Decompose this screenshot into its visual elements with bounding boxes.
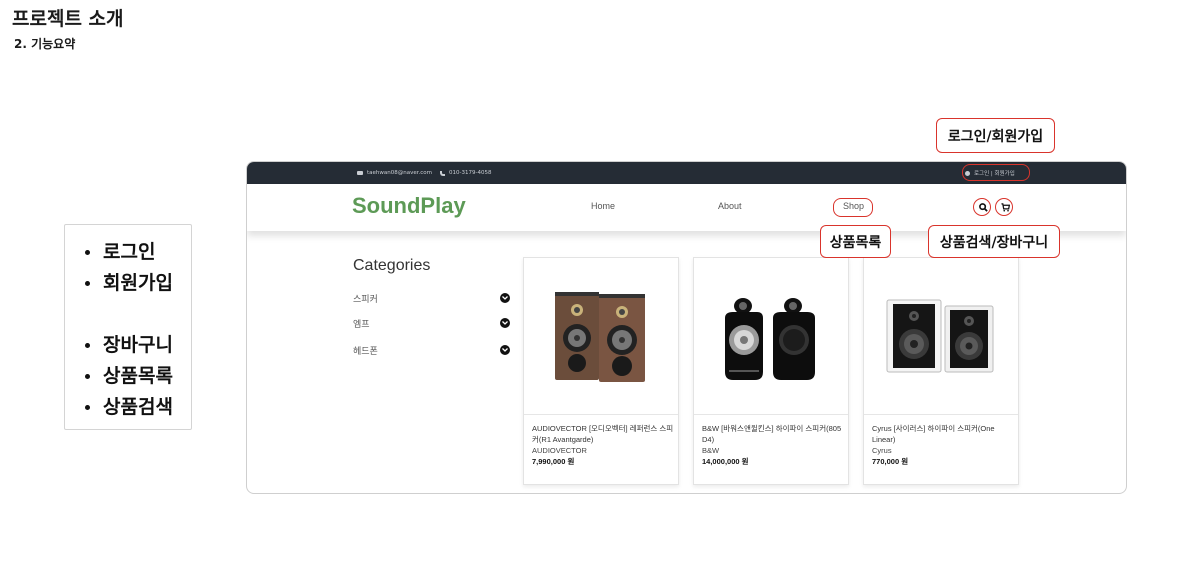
chevron-down-icon[interactable] <box>500 293 510 303</box>
product-info: Cyrus [사이러스] 하이파이 스피커(One Linear) Cyrus … <box>872 423 1014 467</box>
category-label: 스피커 <box>353 295 378 305</box>
card-divider <box>694 414 848 415</box>
categories-title: Categories <box>353 257 431 274</box>
product-name[interactable]: Cyrus [사이러스] 하이파이 스피커(One Linear) <box>872 423 1014 445</box>
contact-email[interactable]: taehwan08@naver.com <box>367 170 432 176</box>
shop-highlight-ring <box>833 198 873 217</box>
category-headphone[interactable]: 헤드폰 <box>353 344 510 358</box>
product-brand: B&W <box>702 446 720 455</box>
product-image[interactable] <box>864 258 1018 414</box>
nav-home[interactable]: Home <box>591 201 615 211</box>
product-info: B&W [바워스앤윌킨스] 하이파이 스피커(805 D4) B&W 14,00… <box>702 423 844 467</box>
bullet-icon <box>85 281 90 286</box>
auth-highlight-ring <box>962 164 1030 181</box>
category-amp[interactable]: 엠프 <box>353 317 510 331</box>
product-name[interactable]: B&W [바워스앤윌킨스] 하이파이 스피커(805 D4) <box>702 423 844 445</box>
callout-search-cart: 상품검색/장바구니 <box>928 225 1060 258</box>
phone-icon <box>440 170 445 176</box>
product-card[interactable]: Cyrus [사이러스] 하이파이 스피커(One Linear) Cyrus … <box>863 257 1019 485</box>
category-speaker[interactable]: 스피커 <box>353 292 510 306</box>
feature-item-product-search: 상품검색 <box>85 392 191 423</box>
feature-item-product-list: 상품목록 <box>85 361 191 392</box>
card-divider <box>524 414 678 415</box>
product-brand: AUDIOVECTOR <box>532 446 587 455</box>
speaker-image <box>886 299 994 373</box>
cart-highlight-ring <box>995 198 1013 216</box>
bullet-icon <box>85 374 90 379</box>
bullet-icon <box>85 250 90 255</box>
speaker-image <box>555 292 645 382</box>
contact-info: taehwan08@naver.com 010-3179-4058 <box>357 162 491 184</box>
slide-subtitle: 2. 기능요약 <box>14 37 76 51</box>
product-image[interactable] <box>524 258 678 414</box>
nav-about[interactable]: About <box>718 201 742 211</box>
card-divider <box>864 414 1018 415</box>
bullet-icon <box>85 405 90 410</box>
site-screenshot: taehwan08@naver.com 010-3179-4058 로그인 | … <box>246 161 1127 494</box>
callout-auth: 로그인/회원가입 <box>936 118 1055 153</box>
callout-product-list: 상품목록 <box>820 225 891 258</box>
product-card[interactable]: B&W [바워스앤윌킨스] 하이파이 스피커(805 D4) B&W 14,00… <box>693 257 849 485</box>
mail-icon <box>357 171 363 175</box>
search-highlight-ring <box>973 198 991 216</box>
contact-phone[interactable]: 010-3179-4058 <box>449 170 491 176</box>
feature-item-signup: 회원가입 <box>85 268 191 299</box>
category-label: 엠프 <box>353 320 370 330</box>
product-price: 7,990,000 원 <box>532 457 575 466</box>
category-label: 헤드폰 <box>353 347 378 357</box>
slide-title: 프로젝트 소개 <box>12 8 124 30</box>
feature-item-cart: 장바구니 <box>85 330 191 361</box>
feature-list: 로그인 회원가입 장바구니 상품목록 상품검색 <box>65 225 191 423</box>
speaker-image <box>725 298 815 380</box>
product-price: 770,000 원 <box>872 457 909 466</box>
site-logo[interactable]: SoundPlay <box>352 193 466 219</box>
feature-summary-box: 로그인 회원가입 장바구니 상품목록 상품검색 <box>64 224 192 430</box>
chevron-down-icon[interactable] <box>500 318 510 328</box>
product-brand: Cyrus <box>872 446 892 455</box>
product-price: 14,000,000 원 <box>702 457 749 466</box>
product-info: AUDIOVECTOR [오디오벡터] 레퍼런스 스피커(R1 Avantgar… <box>532 423 674 467</box>
product-card[interactable]: AUDIOVECTOR [오디오벡터] 레퍼런스 스피커(R1 Avantgar… <box>523 257 679 485</box>
chevron-down-icon[interactable] <box>500 345 510 355</box>
bullet-icon <box>85 343 90 348</box>
product-name[interactable]: AUDIOVECTOR [오디오벡터] 레퍼런스 스피커(R1 Avantgar… <box>532 423 674 445</box>
product-image[interactable] <box>694 258 848 414</box>
feature-item-login: 로그인 <box>85 237 191 268</box>
